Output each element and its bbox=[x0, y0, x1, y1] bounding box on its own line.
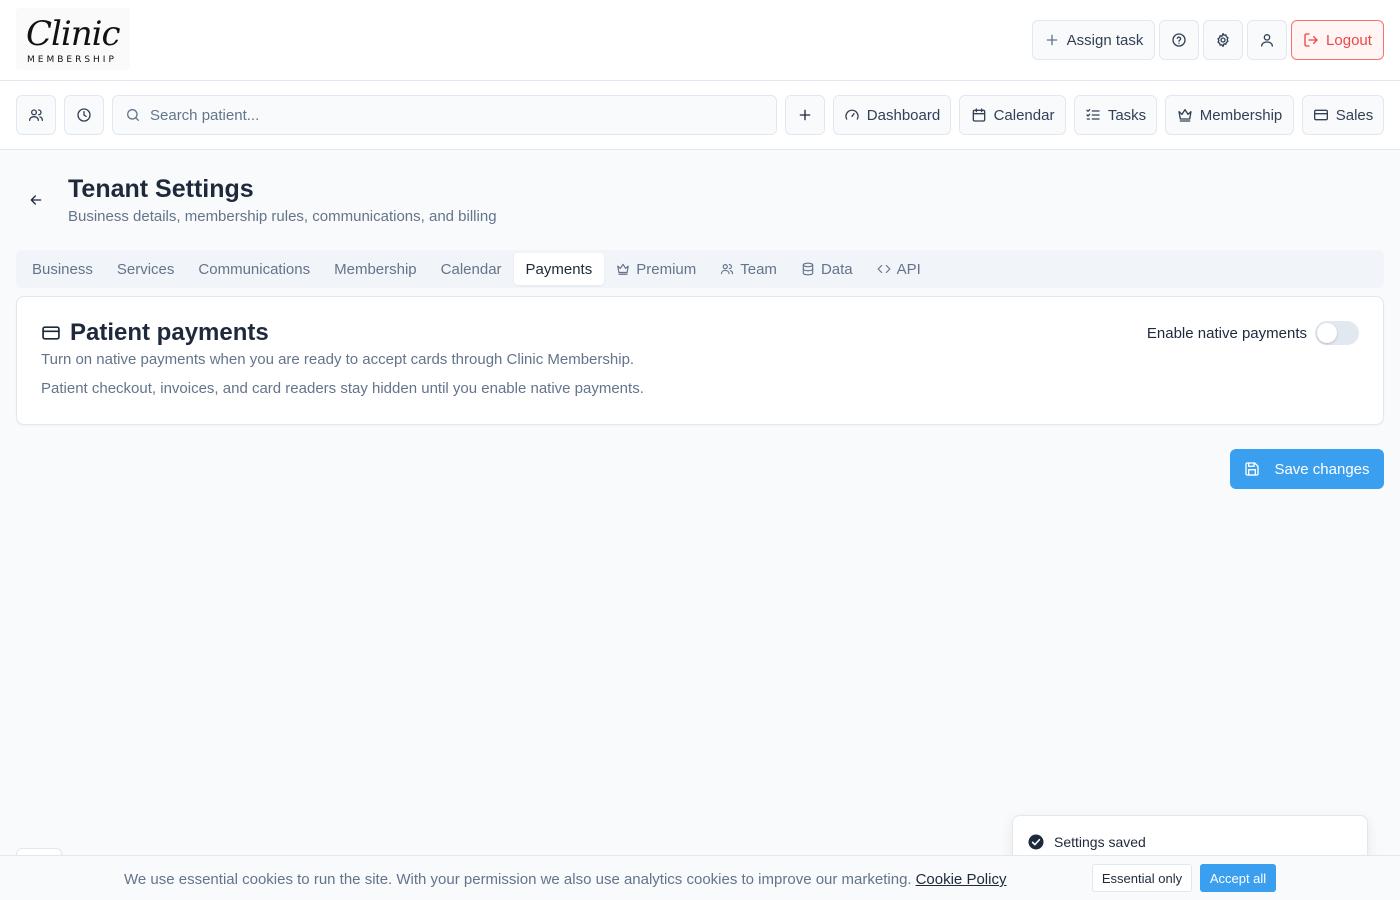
card-note: Patient checkout, invoices, and card rea… bbox=[41, 380, 644, 397]
card-header: Patient payments bbox=[41, 319, 269, 347]
search-patient-input[interactable] bbox=[150, 106, 750, 124]
essential-only-button[interactable]: Essential only bbox=[1092, 864, 1192, 892]
help-button[interactable] bbox=[1159, 20, 1199, 60]
tab-premium-label: Premium bbox=[636, 260, 697, 278]
nav-calendar-button[interactable]: Calendar bbox=[959, 95, 1066, 135]
users-icon bbox=[720, 262, 734, 276]
nav-dashboard-label: Dashboard bbox=[866, 106, 941, 124]
settings-button[interactable] bbox=[1203, 20, 1243, 60]
tab-communications[interactable]: Communications bbox=[186, 253, 322, 285]
credit-card-icon bbox=[1313, 107, 1329, 123]
plus-icon bbox=[1044, 32, 1060, 48]
tab-api[interactable]: API bbox=[865, 253, 933, 285]
card-title: Patient payments bbox=[70, 319, 269, 346]
tasks-list-icon bbox=[1085, 107, 1101, 123]
tab-payments-label: Payments bbox=[525, 260, 593, 278]
plus-icon bbox=[797, 107, 813, 123]
tab-membership[interactable]: Membership bbox=[322, 253, 429, 285]
tab-premium[interactable]: Premium bbox=[604, 253, 708, 285]
crown-icon bbox=[1177, 107, 1193, 123]
user-icon bbox=[1259, 32, 1275, 48]
users-icon bbox=[28, 107, 44, 123]
accept-all-button[interactable]: Accept all bbox=[1200, 864, 1276, 892]
native-payments-toggle-label: Enable native payments bbox=[1146, 325, 1307, 342]
nav-calendar-label: Calendar bbox=[993, 106, 1055, 124]
tab-membership-label: Membership bbox=[334, 260, 417, 278]
nav-sales-button[interactable]: Sales bbox=[1302, 95, 1384, 135]
nav-toolbar: Dashboard Calendar Tasks Membership Sale… bbox=[0, 81, 1400, 150]
tab-calendar-label: Calendar bbox=[440, 260, 502, 278]
nav-membership-label: Membership bbox=[1199, 106, 1283, 124]
tab-team[interactable]: Team bbox=[708, 253, 789, 285]
arrow-left-icon bbox=[28, 192, 44, 208]
help-circle-icon bbox=[1171, 32, 1187, 48]
logout-button[interactable]: Logout bbox=[1291, 20, 1384, 60]
assign-task-label: Assign task bbox=[1066, 31, 1144, 49]
cookie-text: We use essential cookies to run the site… bbox=[124, 871, 912, 888]
page-subtitle: Business details, membership rules, comm… bbox=[68, 208, 497, 225]
tab-payments[interactable]: Payments bbox=[513, 253, 605, 285]
logout-label: Logout bbox=[1326, 31, 1372, 49]
tab-business-label: Business bbox=[32, 260, 93, 278]
tab-data-label: Data bbox=[820, 260, 853, 278]
patient-payments-card: Patient payments Turn on native payments… bbox=[16, 296, 1384, 425]
credit-card-icon bbox=[41, 323, 61, 343]
gear-icon bbox=[1215, 32, 1231, 48]
tab-services[interactable]: Services bbox=[105, 253, 187, 285]
database-icon bbox=[801, 262, 815, 276]
page-title: Tenant Settings bbox=[68, 175, 254, 203]
code-icon bbox=[877, 262, 891, 276]
cookie-banner: We use essential cookies to run the site… bbox=[0, 855, 1400, 900]
brand-logo-script: Clinic bbox=[26, 14, 121, 54]
nav-tasks-label: Tasks bbox=[1107, 106, 1147, 124]
history-button[interactable] bbox=[64, 95, 104, 135]
settings-tabs: Business Services Communications Members… bbox=[16, 250, 1384, 288]
tab-api-label: API bbox=[896, 260, 921, 278]
toast-message: Settings saved bbox=[1054, 833, 1146, 850]
tab-calendar[interactable]: Calendar bbox=[429, 253, 514, 285]
check-circle-icon bbox=[1027, 833, 1045, 851]
card-description: Turn on native payments when you are rea… bbox=[41, 351, 635, 368]
assign-task-button[interactable]: Assign task bbox=[1032, 20, 1155, 60]
tab-business[interactable]: Business bbox=[20, 253, 105, 285]
nav-dashboard-button[interactable]: Dashboard bbox=[833, 95, 951, 135]
logout-icon bbox=[1303, 32, 1319, 48]
nav-membership-button[interactable]: Membership bbox=[1165, 95, 1294, 135]
search-icon bbox=[125, 107, 141, 123]
patients-button[interactable] bbox=[16, 95, 56, 135]
toggle-knob bbox=[1317, 323, 1337, 343]
cookie-text-wrapper: We use essential cookies to run the site… bbox=[124, 871, 1006, 888]
tab-services-label: Services bbox=[116, 260, 175, 278]
native-payments-toggle[interactable] bbox=[1315, 321, 1359, 345]
add-button[interactable] bbox=[785, 95, 825, 135]
gauge-icon bbox=[844, 107, 860, 123]
profile-button[interactable] bbox=[1247, 20, 1287, 60]
nav-sales-label: Sales bbox=[1335, 106, 1374, 124]
tab-data[interactable]: Data bbox=[789, 253, 865, 285]
brand-logo-subtitle: MEMBERSHIP bbox=[27, 55, 117, 65]
save-changes-label: Save changes bbox=[1274, 460, 1370, 478]
save-changes-button[interactable]: Save changes bbox=[1230, 449, 1384, 489]
tab-team-label: Team bbox=[740, 260, 777, 278]
crown-icon bbox=[616, 262, 630, 276]
tab-communications-label: Communications bbox=[198, 260, 311, 278]
search-patient-field[interactable] bbox=[112, 95, 777, 135]
top-header: Clinic MEMBERSHIP Assign task Logout bbox=[0, 0, 1400, 81]
nav-tasks-button[interactable]: Tasks bbox=[1074, 95, 1157, 135]
cookie-policy-link[interactable]: Cookie Policy bbox=[916, 871, 1007, 888]
save-icon bbox=[1244, 461, 1260, 477]
brand-logo[interactable]: Clinic MEMBERSHIP bbox=[16, 8, 130, 70]
back-button[interactable] bbox=[24, 188, 48, 212]
clock-icon bbox=[76, 107, 92, 123]
calendar-icon bbox=[971, 107, 987, 123]
